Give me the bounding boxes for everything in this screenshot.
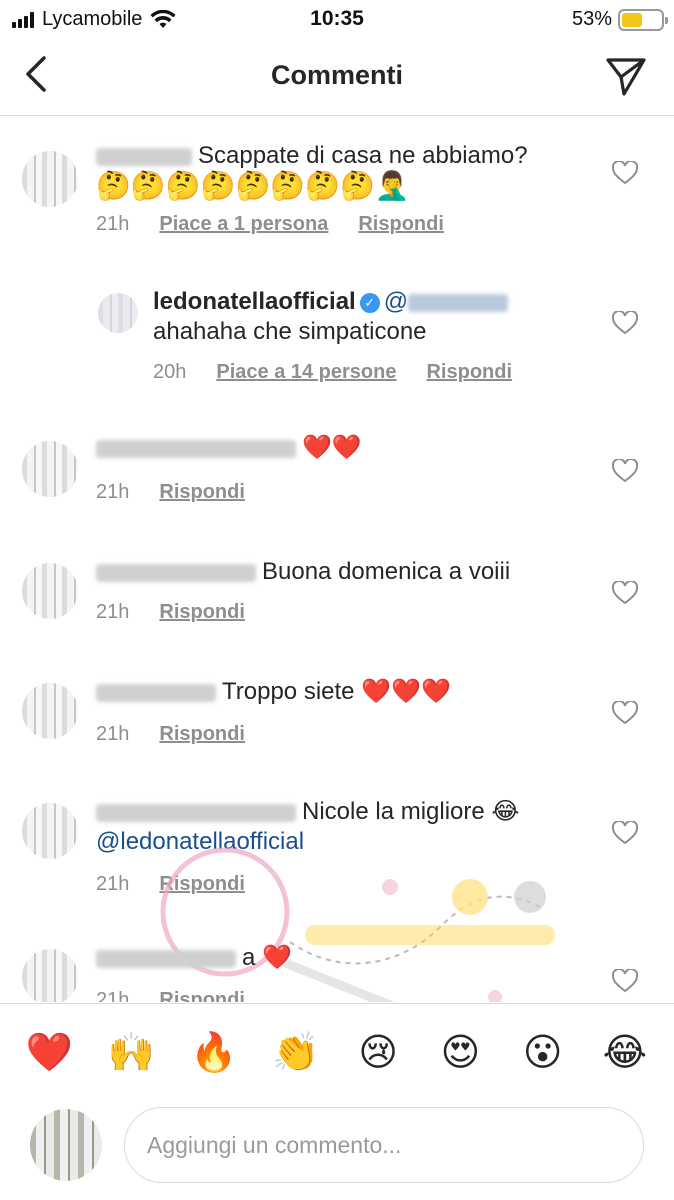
comment-body: Nicole la migliore 😂 [302,798,520,825]
avatar[interactable] [22,441,78,497]
comment-time: 21h [96,481,130,503]
heart-icon[interactable] [612,969,638,993]
comment-item: a ❤️ 21h Rispondi [0,943,674,1002]
emoji-heart-button[interactable]: ❤️ [19,1033,79,1073]
avatar[interactable] [22,949,78,1002]
emoji-laughing-button[interactable]: 😂 [595,1033,655,1073]
heart-icon[interactable] [612,821,638,845]
username[interactable]: ledonatellaofficial [153,288,356,315]
username-redacted[interactable] [96,439,296,458]
avatar[interactable] [22,151,78,207]
comment-meta: 21h Rispondi [96,723,245,746]
heart-icon[interactable] [612,459,638,483]
mention-redacted [408,293,509,312]
comment-time: 21h [96,873,130,895]
comment-body: a ❤️ [242,944,292,971]
comment-text: ledonatellaofficial ✓ @ [153,287,623,317]
battery-percent: 53% [571,8,612,30]
battery-group: 53% [571,8,668,31]
avatar[interactable] [98,293,138,333]
avatar[interactable] [22,563,78,619]
comment-text: Scappate di casa ne abbiamo? [96,141,596,171]
comment-text: Buona domenica a voiii [96,557,596,587]
emoji-surprised-button[interactable]: 😮 [513,1033,573,1073]
emoji-heart-eyes-button[interactable]: 😍 [430,1033,490,1073]
reply-item: ledonatellaofficial ✓ @ ahahaha che simpat… [0,287,674,427]
comment-text: Troppo siete ❤️❤️❤️ [96,677,596,707]
heart-icon[interactable] [612,581,638,605]
comment-time: 21h [96,601,130,623]
reply-button[interactable]: Rispondi [159,723,245,746]
comment-meta: 21h Rispondi [96,601,245,624]
comment-item: Troppo siete ❤️❤️❤️ 21h Rispondi [0,677,674,777]
emoji-raised-hands-button[interactable]: 🙌 [101,1033,161,1073]
comment-body: Troppo siete ❤️❤️❤️ [222,678,451,705]
emoji-crying-button[interactable]: 😢 [348,1033,408,1073]
comment-composer [0,1101,674,1200]
avatar[interactable] [22,683,78,739]
battery-fill [622,12,643,27]
heart-icon[interactable] [612,701,638,725]
avatar [30,1109,102,1181]
comment-meta: 21h Rispondi [96,481,245,504]
comment-time: 21h [96,989,130,1002]
battery-icon [618,8,668,31]
username-redacted[interactable] [96,949,236,968]
comment-time: 20h [153,361,187,383]
verified-badge-icon: ✓ [359,293,380,313]
comment-text: ❤️❤️ [96,433,596,463]
reply-button[interactable]: Rispondi [426,361,512,384]
comment-meta: 20h Piace a 14 persone Rispondi [153,361,512,384]
comment-meta: 21h Piace a 1 persona Rispondi [96,213,444,236]
comment-time: 21h [96,213,130,235]
paper-plane-icon[interactable] [604,54,648,98]
emoji-fire-button[interactable]: 🔥 [184,1033,244,1073]
username-redacted[interactable] [96,147,192,166]
comment-body: Scappate di casa ne abbiamo? [198,142,528,169]
username-redacted[interactable] [96,563,256,582]
likes-link[interactable]: Piace a 1 persona [159,213,328,236]
comment-time: 21h [96,723,130,745]
reply-button[interactable]: Rispondi [358,213,444,236]
comment-item: Buona domenica a voiii 21h Rispondi [0,557,674,657]
nav-bar: Commenti [0,40,674,116]
emoji-clap-button[interactable]: 👏 [266,1033,326,1073]
reply-button[interactable]: Rispondi [159,989,245,1002]
comment-text: a ❤️ [96,943,596,973]
comment-meta: 21h Rispondi [96,989,245,1002]
comment-text: Nicole la migliore 😂 [96,797,596,827]
comment-item: Scappate di casa ne abbiamo? 🤔🤔🤔🤔🤔🤔🤔🤔🤦‍♂… [0,137,674,277]
page-title: Commenti [270,60,403,90]
mention[interactable]: @ [384,288,408,315]
status-bar: Lycamobile 10:35 53% [0,0,674,40]
comment-emoji-line: 🤔🤔🤔🤔🤔🤔🤔🤔🤦‍♂️ [96,170,410,201]
avatar[interactable] [22,803,78,859]
emoji-quick-bar: ❤️ 🙌 🔥 👏 😢 😍 😮 😂 [0,1003,674,1101]
comment-body: Buona domenica a voiii [262,558,511,585]
reply-button[interactable]: Rispondi [159,601,245,624]
username-redacted[interactable] [96,803,296,822]
likes-link[interactable]: Piace a 14 persone [216,361,396,384]
comment-input[interactable] [124,1107,644,1183]
heart-icon[interactable] [612,311,638,335]
reply-button[interactable]: Rispondi [159,481,245,504]
comment-item: ❤️❤️ 21h Rispondi [0,433,674,533]
comment-body: ahahaha che simpaticone [153,318,427,345]
heart-icon[interactable] [612,161,638,185]
username-redacted[interactable] [96,683,216,702]
comment-list[interactable]: Scappate di casa ne abbiamo? 🤔🤔🤔🤔🤔🤔🤔🤔🤦‍♂… [0,117,674,1002]
comment-body: ❤️❤️ [302,434,362,461]
